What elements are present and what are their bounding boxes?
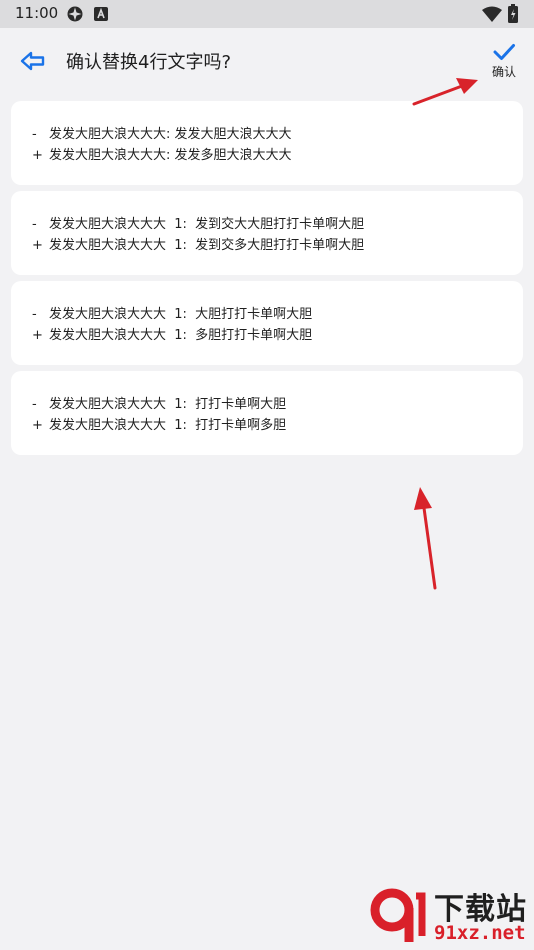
minus-sign: -	[32, 217, 37, 232]
sync-icon	[66, 5, 84, 27]
diff-card: - 发发大胆大浪大大大 1: 大胆打打卡单啊大胆 + 发发大胆大浪大大大 1: 多胆…	[11, 281, 523, 365]
check-icon	[493, 44, 515, 60]
status-bar: 11:00	[0, 0, 534, 28]
diff-card: - 发发大胆大浪大大大 1: 打打卡单啊大胆 + 发发大胆大浪大大大 1: 打打卡单…	[11, 371, 523, 455]
added-text: 发发大胆大浪大大大 1: 打打卡单啊多胆	[49, 418, 287, 433]
arrow-left-icon	[20, 51, 45, 71]
minus-sign: -	[32, 307, 37, 322]
minus-sign: -	[32, 397, 37, 412]
removed-text: 发发大胆大浪大大大: 发发大胆大浪大大大	[49, 127, 292, 142]
plus-sign: +	[32, 148, 43, 163]
added-line: + 发发大胆大浪大大大 1: 多胆打打卡单啊大胆	[32, 324, 523, 345]
removed-text: 发发大胆大浪大大大 1: 大胆打打卡单啊大胆	[49, 307, 313, 322]
plus-sign: +	[32, 418, 43, 433]
removed-line: - 发发大胆大浪大大大 1: 打打卡单啊大胆	[32, 393, 523, 414]
added-line: + 发发大胆大浪大大大 1: 打打卡单啊多胆	[32, 414, 523, 435]
added-text: 发发大胆大浪大大大 1: 多胆打打卡单啊大胆	[49, 328, 313, 343]
annotation-arrow-bottom	[414, 487, 437, 590]
confirm-label: 确认	[491, 65, 516, 79]
confirm-button[interactable]: 确认	[484, 42, 524, 88]
removed-line: - 发发大胆大浪大大大 1: 大胆打打卡单啊大胆	[32, 303, 523, 324]
added-text: 发发大胆大浪大大大: 发发多胆大浪大大大	[49, 148, 292, 163]
added-text: 发发大胆大浪大大大 1: 发到交多大胆打打卡单啊大胆	[49, 238, 365, 253]
watermark: 下载站 91xz.net	[360, 878, 534, 950]
removed-line: - 发发大胆大浪大大大 1: 发到交大大胆打打卡单啊大胆	[32, 213, 523, 234]
battery-charging-icon	[508, 4, 518, 27]
plus-sign: +	[32, 238, 43, 253]
wifi-icon	[482, 6, 502, 26]
removed-line: - 发发大胆大浪大大大: 发发大胆大浪大大大	[32, 123, 523, 144]
watermark-site: 91xz.net	[434, 922, 526, 944]
watermark-logo-icon	[370, 888, 426, 942]
diff-card: - 发发大胆大浪大大大: 发发大胆大浪大大大 + 发发大胆大浪大大大: 发发多胆大浪…	[11, 101, 523, 185]
plus-sign: +	[32, 328, 43, 343]
status-time: 11:00	[15, 4, 59, 22]
removed-text: 发发大胆大浪大大大 1: 发到交大大胆打打卡单啊大胆	[49, 217, 365, 232]
minus-sign: -	[32, 127, 37, 142]
keyboard-a-icon	[94, 6, 108, 25]
removed-text: 发发大胆大浪大大大 1: 打打卡单啊大胆	[49, 397, 287, 412]
diff-card: - 发发大胆大浪大大大 1: 发到交大大胆打打卡单啊大胆 + 发发大胆大浪大大大 1…	[11, 191, 523, 275]
page-title: 确认替换4行文字吗?	[66, 52, 232, 73]
added-line: + 发发大胆大浪大大大: 发发多胆大浪大大大	[32, 144, 523, 165]
app-bar: 确认替换4行文字吗? 确认	[0, 28, 534, 94]
back-button[interactable]	[18, 48, 50, 74]
diff-list: - 发发大胆大浪大大大: 发发大胆大浪大大大 + 发发大胆大浪大大大: 发发多胆大浪…	[11, 101, 523, 461]
added-line: + 发发大胆大浪大大大 1: 发到交多大胆打打卡单啊大胆	[32, 234, 523, 255]
